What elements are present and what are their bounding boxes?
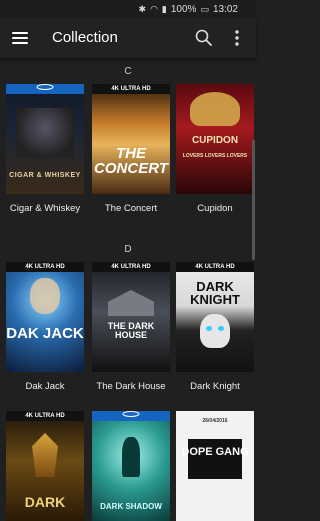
movie-card-dark-shadow[interactable]: DARK SHADOW [92,411,170,521]
uhd-band: 4K ULTRA HD [92,262,170,272]
movie-title: Cigar & Whiskey [9,203,81,214]
hand-silhouette [122,437,140,477]
status-bar: ✱ ◠ ▮ 100% ▭ 13:02 [0,0,256,18]
poster-title: THE DARK HOUSE [107,321,155,340]
poster-title: DARK [24,494,66,510]
section-header-d: D [124,244,132,255]
movie-title: The Concert [104,203,158,214]
section-header-c: C [124,66,132,77]
poster-title: DAK JACK [6,325,84,342]
battery-icon: ▭ [200,3,209,14]
poster-title: DARK KNIGHT [190,279,240,307]
movie-title: Cupidon [197,203,233,214]
uhd-band: 4K ULTRA HD [176,262,254,272]
wifi-icon: ◠ [150,3,158,14]
movie-card-cupidon[interactable]: CUPIDON LOVERS LOVERS LOVERS Cupidon [176,84,254,214]
poster-title: CUPIDON [191,135,239,146]
uhd-band: 4K ULTRA HD [92,84,170,94]
bluray-band [6,84,84,94]
movie-title: Dark Knight [190,381,240,392]
poster-image: 26/04/2016 DOPE GANG [176,411,254,521]
movie-card-dak-jack[interactable]: 4K ULTRA HD DAK JACK Dak Jack [6,262,84,392]
more-vert-icon [235,30,239,46]
movie-card-cigar-whiskey[interactable]: CIGAR & WHISKEY Cigar & Whiskey [6,84,84,214]
battery-level: 100% [170,3,197,15]
poster-title: DARK SHADOW [100,502,162,511]
app-bar: Collection [0,18,256,58]
overflow-menu-button[interactable] [232,28,242,48]
poster-title: DOPE GANG [181,446,249,458]
movie-card-dope-gang[interactable]: 26/04/2016 DOPE GANG [176,411,254,521]
movie-card-dark[interactable]: 4K ULTRA HD DARK [6,411,84,521]
poster-image: 4K ULTRA HD THE DARK HOUSE [92,262,170,372]
scrollbar-thumb[interactable] [252,140,255,260]
poster-image: 4K ULTRA HD DARK KNIGHT [176,262,254,372]
clock: 13:02 [212,3,238,15]
uhd-band: 4K ULTRA HD [6,262,84,272]
poster-title: THE CONCERT [94,145,168,177]
search-button[interactable] [194,28,214,48]
movie-title: Dak Jack [25,381,65,392]
menu-button[interactable] [12,31,28,45]
poster-subtitle: LOVERS LOVERS LOVERS [182,153,248,159]
movie-card-the-dark-house[interactable]: 4K ULTRA HD THE DARK HOUSE The Dark Hous… [92,262,170,392]
poster-title: CIGAR & WHISKEY [9,172,81,179]
movie-card-the-concert[interactable]: 4K ULTRA HD THE CONCERT The Concert [92,84,170,214]
movie-card-dark-knight[interactable]: 4K ULTRA HD DARK KNIGHT Dark Knight [176,262,254,392]
page-title: Collection [52,29,118,46]
uhd-band: 4K ULTRA HD [6,411,84,421]
poster-image: CIGAR & WHISKEY [6,84,84,194]
signal-icon: ▮ [161,3,167,14]
bluetooth-icon: ✱ [138,3,147,14]
poster-image: 4K ULTRA HD THE CONCERT [92,84,170,194]
poster-image: 4K ULTRA HD DARK [6,411,84,521]
movie-title: The Dark House [96,381,166,392]
menu-icon [12,32,28,34]
search-icon [195,29,212,46]
poster-image: CUPIDON LOVERS LOVERS LOVERS [176,84,254,194]
poster-image: 4K ULTRA HD DAK JACK [6,262,84,372]
bluray-band [92,411,170,421]
poster-image: DARK SHADOW [92,411,170,521]
poster-date: 26/04/2016 [202,418,228,424]
